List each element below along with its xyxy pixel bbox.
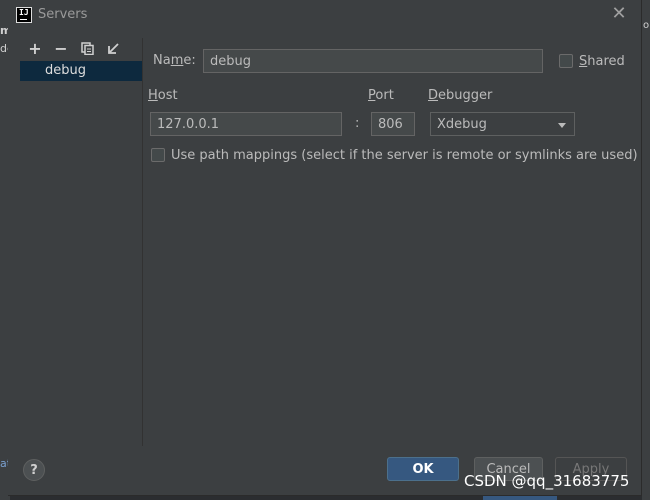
- window-title: Servers: [38, 7, 88, 22]
- servers-dialog: IJ Servers ✕ + − debug Name: debug Share…: [8, 0, 642, 496]
- server-list: debug: [20, 61, 142, 446]
- minus-icon: −: [54, 38, 68, 58]
- debugger-label: Debugger: [428, 88, 493, 103]
- port-value: 806: [378, 116, 403, 132]
- question-icon: ?: [30, 462, 38, 478]
- import-server-button[interactable]: [100, 38, 126, 58]
- debugger-value: Xdebug: [437, 116, 487, 132]
- background-ide-right: [642, 0, 650, 500]
- path-mappings-checkbox[interactable]: [151, 148, 165, 162]
- panel-divider[interactable]: [142, 38, 143, 446]
- intellij-app-icon: IJ: [16, 7, 32, 23]
- host-input[interactable]: 127.0.0.1: [150, 112, 342, 136]
- server-name: debug: [45, 63, 86, 78]
- copy-server-button[interactable]: [74, 38, 100, 58]
- remove-server-button[interactable]: −: [48, 38, 74, 58]
- host-label: Host: [148, 88, 178, 103]
- name-label: Name:: [153, 53, 196, 68]
- shared-label: Shared: [579, 54, 625, 69]
- ok-button[interactable]: OK: [387, 457, 459, 481]
- background-fragment: or: [643, 20, 650, 31]
- shared-checkbox[interactable]: [559, 54, 573, 68]
- debugger-select[interactable]: Xdebug: [430, 112, 575, 136]
- chevron-down-icon: [558, 123, 566, 128]
- port-label: Port: [368, 88, 394, 103]
- import-arrow-icon: [107, 42, 119, 54]
- add-server-button[interactable]: +: [22, 38, 48, 58]
- title-bar[interactable]: IJ Servers ✕: [8, 0, 642, 30]
- name-value: debug: [210, 53, 251, 69]
- name-input[interactable]: debug: [203, 49, 543, 73]
- help-button[interactable]: ?: [23, 459, 45, 481]
- close-icon[interactable]: ✕: [609, 4, 629, 24]
- server-list-item[interactable]: debug: [20, 61, 142, 81]
- host-value: 127.0.0.1: [157, 116, 220, 132]
- host-port-separator: :: [355, 116, 360, 131]
- port-input[interactable]: 806: [371, 112, 415, 136]
- copy-icon: [80, 41, 94, 55]
- path-mappings-label: Use path mappings (select if the server …: [171, 148, 638, 163]
- plus-icon: +: [28, 38, 42, 58]
- csdn-watermark: CSDN @qq_31683775: [464, 472, 630, 490]
- server-list-toolbar: + −: [22, 38, 126, 58]
